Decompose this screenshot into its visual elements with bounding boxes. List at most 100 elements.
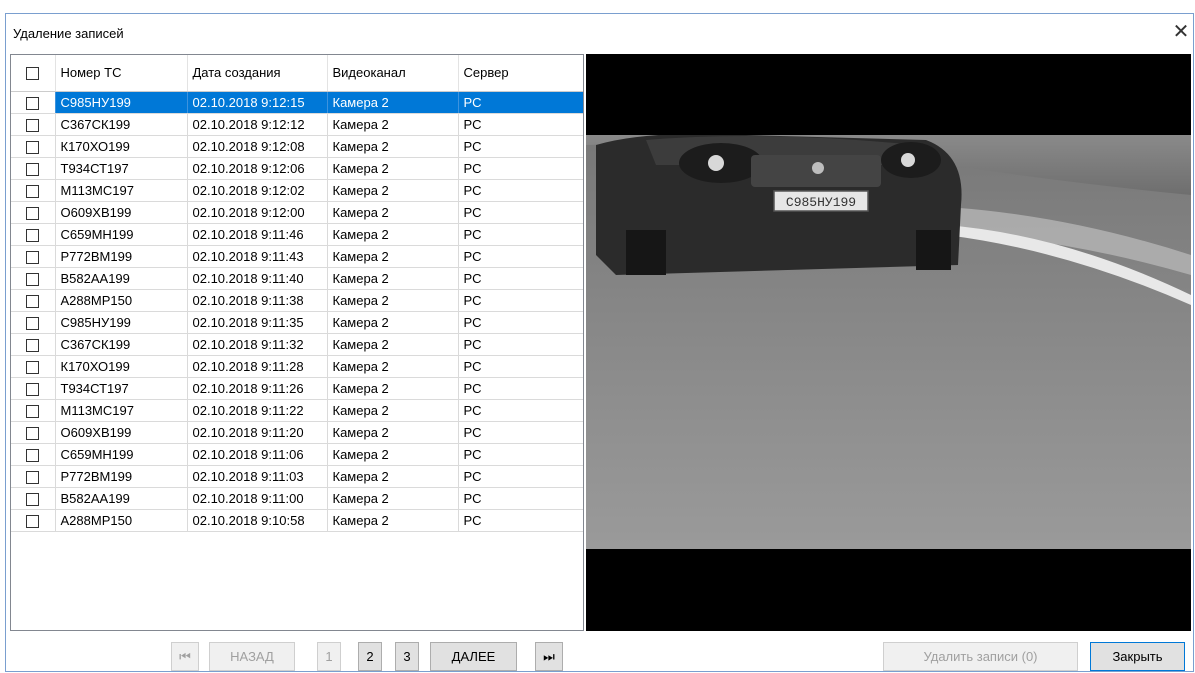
row-checkbox[interactable] [26, 162, 40, 176]
row-checkbox[interactable] [26, 382, 40, 396]
table-row[interactable]: А288МР150 02.10.2018 9:11:38 Камера 2 PC [11, 289, 583, 312]
delete-records-button[interactable]: Удалить записи (0) [883, 642, 1078, 671]
server-cell: PC [458, 311, 583, 334]
row-checkbox[interactable] [26, 272, 40, 286]
table-row[interactable]: А288МР150 02.10.2018 9:10:58 Камера 2 PC [11, 509, 583, 532]
row-checkbox[interactable] [26, 96, 40, 110]
table-row[interactable]: С985НУ199 02.10.2018 9:11:35 Камера 2 PC [11, 311, 583, 334]
channel-cell: Камера 2 [327, 487, 459, 510]
row-checkbox[interactable] [26, 206, 40, 220]
page-1-button[interactable]: 1 [317, 642, 341, 671]
table-row[interactable]: М113МС197 02.10.2018 9:11:22 Камера 2 PC [11, 399, 583, 422]
table-row[interactable]: С985НУ199 02.10.2018 9:12:15 Камера 2 PC [11, 91, 583, 114]
date-cell: 02.10.2018 9:12:00 [187, 201, 328, 224]
date-cell: 02.10.2018 9:11:26 [187, 377, 328, 400]
table-row[interactable]: С659МН199 02.10.2018 9:11:06 Камера 2 PC [11, 443, 583, 466]
table-row[interactable]: В582АА199 02.10.2018 9:11:00 Камера 2 PC [11, 487, 583, 510]
dialog-title: Удаление записей [13, 26, 124, 41]
row-checkbox-cell [11, 443, 56, 466]
channel-cell: Камера 2 [327, 509, 459, 532]
date-cell: 02.10.2018 9:11:03 [187, 465, 328, 488]
channel-cell: Камера 2 [327, 179, 459, 202]
date-cell: 02.10.2018 9:11:20 [187, 421, 328, 444]
table-row[interactable]: Т934СТ197 02.10.2018 9:12:06 Камера 2 PC [11, 157, 583, 180]
table-row[interactable]: С367СК199 02.10.2018 9:12:12 Камера 2 PC [11, 113, 583, 136]
row-checkbox-cell [11, 289, 56, 312]
channel-cell: Камера 2 [327, 377, 459, 400]
row-checkbox[interactable] [26, 228, 40, 242]
last-page-button[interactable]: ⏭ [535, 642, 563, 671]
table-row[interactable]: Т934СТ197 02.10.2018 9:11:26 Камера 2 PC [11, 377, 583, 400]
date-cell: 02.10.2018 9:11:32 [187, 333, 328, 356]
row-checkbox[interactable] [26, 514, 40, 528]
page-2-button[interactable]: 2 [358, 642, 382, 671]
row-checkbox[interactable] [26, 140, 40, 154]
channel-cell: Камера 2 [327, 355, 459, 378]
row-checkbox[interactable] [26, 294, 40, 308]
table-row[interactable]: О609ХВ199 02.10.2018 9:12:00 Камера 2 PC [11, 201, 583, 224]
plate-cell: А288МР150 [55, 509, 188, 532]
table-row[interactable]: М113МС197 02.10.2018 9:12:02 Камера 2 PC [11, 179, 583, 202]
next-button[interactable]: ДАЛЕЕ [430, 642, 517, 671]
date-cell: 02.10.2018 9:11:40 [187, 267, 328, 290]
row-checkbox-cell [11, 135, 56, 158]
server-cell: PC [458, 443, 583, 466]
row-checkbox[interactable] [26, 338, 40, 352]
row-checkbox[interactable] [26, 426, 40, 440]
row-checkbox[interactable] [26, 492, 40, 506]
row-checkbox[interactable] [26, 250, 40, 264]
column-header-channel[interactable]: Видеоканал [327, 55, 459, 92]
last-page-icon: ⏭ [543, 649, 555, 664]
page-3-button[interactable]: 3 [395, 642, 419, 671]
channel-cell: Камера 2 [327, 201, 459, 224]
row-checkbox-cell [11, 399, 56, 422]
row-checkbox-cell [11, 377, 56, 400]
channel-cell: Камера 2 [327, 399, 459, 422]
row-checkbox[interactable] [26, 404, 40, 418]
table-row[interactable]: К170ХО199 02.10.2018 9:11:28 Камера 2 PC [11, 355, 583, 378]
table-row[interactable]: С367СК199 02.10.2018 9:11:32 Камера 2 PC [11, 333, 583, 356]
row-checkbox[interactable] [26, 448, 40, 462]
channel-cell: Камера 2 [327, 113, 459, 136]
server-cell: PC [458, 421, 583, 444]
row-checkbox[interactable] [26, 470, 40, 484]
channel-cell: Камера 2 [327, 157, 459, 180]
table-row[interactable]: В582АА199 02.10.2018 9:11:40 Камера 2 PC [11, 267, 583, 290]
row-checkbox-cell [11, 355, 56, 378]
date-cell: 02.10.2018 9:12:06 [187, 157, 328, 180]
plate-cell: К170ХО199 [55, 355, 188, 378]
date-cell: 02.10.2018 9:12:12 [187, 113, 328, 136]
select-all-checkbox[interactable] [26, 67, 40, 81]
column-header-server[interactable]: Сервер [458, 55, 583, 92]
row-checkbox[interactable] [26, 184, 40, 198]
server-cell: PC [458, 333, 583, 356]
footer-bar: ⏮ НАЗАД 1 2 3 ДАЛЕЕ ⏭ Удалить записи (0)… [6, 631, 1193, 672]
plate-cell: Р772ВМ199 [55, 245, 188, 268]
server-cell: PC [458, 201, 583, 224]
title-bar: Удаление записей ✕ [6, 14, 1193, 52]
first-page-button[interactable]: ⏮ [171, 642, 199, 671]
close-button[interactable]: Закрыть [1090, 642, 1185, 671]
back-button[interactable]: НАЗАД [209, 642, 295, 671]
plate-cell: С367СК199 [55, 113, 188, 136]
table-row[interactable]: Р772ВМ199 02.10.2018 9:11:43 Камера 2 PC [11, 245, 583, 268]
table-row[interactable]: С659МН199 02.10.2018 9:11:46 Камера 2 PC [11, 223, 583, 246]
column-header-date[interactable]: Дата создания [187, 55, 328, 92]
row-checkbox-cell [11, 201, 56, 224]
channel-cell: Камера 2 [327, 223, 459, 246]
license-plate-text: С985НУ199 [786, 195, 856, 210]
table-row[interactable]: Р772ВМ199 02.10.2018 9:11:03 Камера 2 PC [11, 465, 583, 488]
row-checkbox[interactable] [26, 118, 40, 132]
table-row[interactable]: К170ХО199 02.10.2018 9:12:08 Камера 2 PC [11, 135, 583, 158]
date-cell: 02.10.2018 9:11:46 [187, 223, 328, 246]
row-checkbox-cell [11, 91, 56, 114]
row-checkbox[interactable] [26, 316, 40, 330]
column-header-plate[interactable]: Номер ТС [55, 55, 188, 92]
table-row[interactable]: О609ХВ199 02.10.2018 9:11:20 Камера 2 PC [11, 421, 583, 444]
plate-cell: С985НУ199 [55, 91, 188, 114]
row-checkbox-cell [11, 333, 56, 356]
channel-cell: Камера 2 [327, 311, 459, 334]
close-icon[interactable]: ✕ [1169, 20, 1193, 46]
row-checkbox[interactable] [26, 360, 40, 374]
channel-cell: Камера 2 [327, 333, 459, 356]
